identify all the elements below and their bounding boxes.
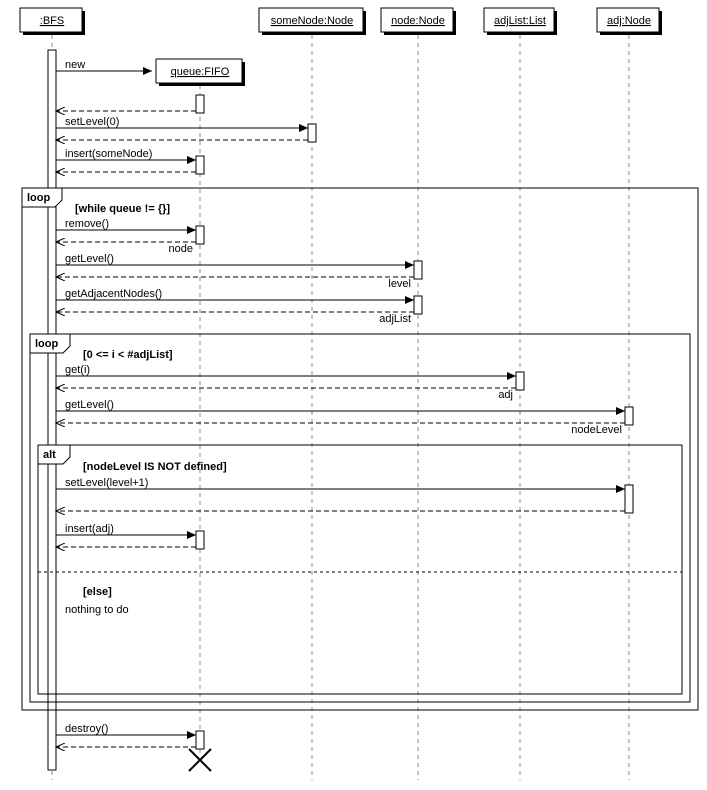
node-head: node:Node <box>381 8 456 35</box>
loop1-frame <box>22 188 698 710</box>
queue-activation-destroy <box>196 731 204 749</box>
bfs-label: :BFS <box>40 15 64 27</box>
node-label: node:Node <box>391 15 445 27</box>
adjlist-activation <box>516 372 524 390</box>
adj-activation-level <box>625 407 633 425</box>
return-node-label: node <box>169 243 193 255</box>
alt-guard1: [nodeLevel IS NOT defined] <box>83 461 227 473</box>
loop1-guard: [while queue != {}] <box>75 203 170 215</box>
bfs-activation <box>48 50 56 770</box>
loop2-guard: [0 <= i < #adjList] <box>83 349 173 361</box>
alt-else-label: [else] <box>83 586 112 598</box>
msg-geti-label: get(i) <box>65 364 90 376</box>
somenode-activation <box>308 124 316 142</box>
somenode-head: someNode:Node <box>259 8 366 35</box>
msg-getlevel-label: getLevel() <box>65 253 114 265</box>
sequence-diagram: :BFS someNode:Node node:Node adjList:Lis… <box>0 0 707 790</box>
msg-setlevel-p1-label: setLevel(level+1) <box>65 477 148 489</box>
adjlist-label: adjList:List <box>494 15 546 27</box>
node-activation-level <box>414 261 422 279</box>
somenode-label: someNode:Node <box>271 15 354 27</box>
adj-activation-setlevel <box>625 485 633 513</box>
return-adjlist-label: adjList <box>379 313 411 325</box>
loop1-label: loop <box>27 192 50 204</box>
queue-activation-new <box>196 95 204 113</box>
msg-new-label: new <box>65 59 85 71</box>
adj-label: adj:Node <box>607 15 651 27</box>
loop2-frame <box>30 334 690 702</box>
adjlist-head: adjList:List <box>484 8 557 35</box>
msg-insert-some-label: insert(someNode) <box>65 148 152 160</box>
queue-label: queue:FIFO <box>171 66 230 78</box>
msg-getadj-label: getAdjacentNodes() <box>65 288 162 300</box>
msg-getlevel2-label: getLevel() <box>65 399 114 411</box>
loop2-label: loop <box>35 338 58 350</box>
node-activation-adj <box>414 296 422 314</box>
queue-activation-insert <box>196 156 204 174</box>
alt-label: alt <box>43 449 56 461</box>
msg-insert-adj-label: insert(adj) <box>65 523 114 535</box>
return-level-label: level <box>388 278 411 290</box>
queue-activation-remove <box>196 226 204 244</box>
msg-setlevel0-label: setLevel(0) <box>65 116 119 128</box>
bfs-head: :BFS <box>20 8 85 35</box>
queue-head: queue:FIFO <box>156 59 245 86</box>
msg-destroy-label: destroy() <box>65 723 108 735</box>
alt-nothing-label: nothing to do <box>65 604 129 616</box>
queue-activation-insertadj <box>196 531 204 549</box>
adj-head: adj:Node <box>597 8 662 35</box>
return-nodelevel-label: nodeLevel <box>571 424 622 436</box>
return-adj-label: adj <box>498 389 513 401</box>
msg-remove-label: remove() <box>65 218 109 230</box>
